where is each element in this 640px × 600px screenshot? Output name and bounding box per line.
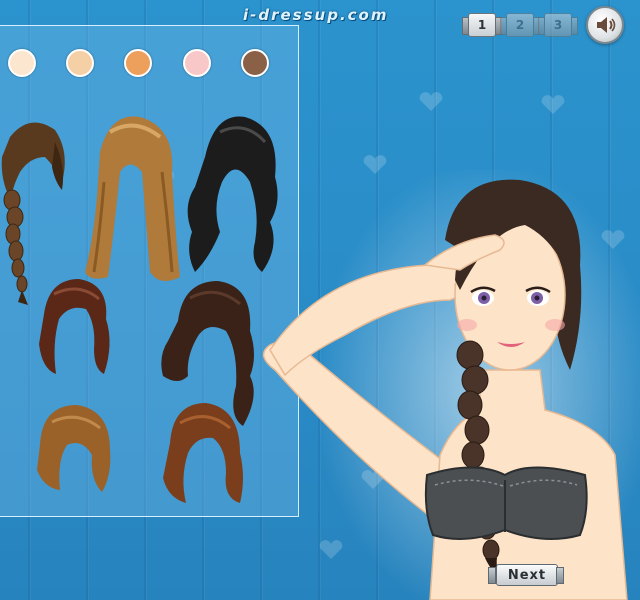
hairstyle-auburn-updo-option[interactable]: [34, 274, 114, 384]
page-2-button[interactable]: 2: [500, 13, 540, 37]
skin-tone-2-swatch[interactable]: [66, 49, 94, 77]
site-logo-text: i-dressup.com: [243, 6, 389, 24]
heart-decoration-icon: [541, 95, 565, 114]
skin-tone-5-swatch[interactable]: [241, 49, 269, 77]
next-button-group: Next: [488, 564, 564, 586]
speaker-icon: [597, 17, 616, 33]
dressup-model: [262, 170, 640, 600]
skin-tone-1-swatch[interactable]: [8, 49, 36, 77]
page-1-button[interactable]: 1: [462, 13, 502, 37]
hairstyle-long-blonde-option[interactable]: [80, 112, 180, 287]
next-button-right-cap: [556, 567, 564, 584]
page-3-button[interactable]: 3: [538, 13, 578, 37]
skin-tone-4-swatch[interactable]: [183, 49, 211, 77]
hairstyle-light-brown-bob-option[interactable]: [32, 400, 114, 495]
skin-tone-3-swatch[interactable]: [124, 49, 152, 77]
hairstyle-chestnut-long-option[interactable]: [158, 398, 248, 506]
next-button-left-cap: [488, 567, 496, 584]
heart-decoration-icon: [419, 92, 443, 111]
next-button[interactable]: Next: [496, 564, 558, 586]
sound-toggle-button[interactable]: [586, 6, 624, 44]
page-selector: 1 2 3: [460, 12, 582, 38]
